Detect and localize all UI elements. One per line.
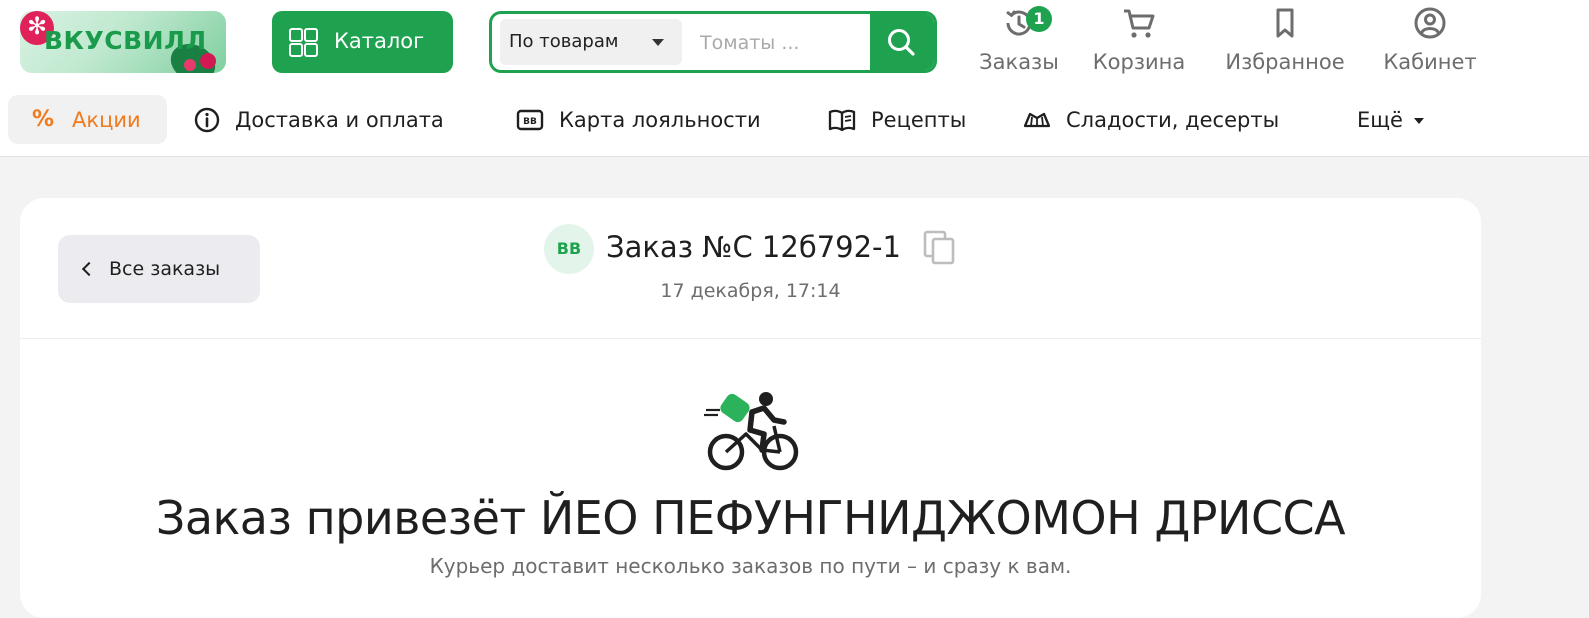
copy-icon[interactable] (922, 229, 958, 267)
info-icon (194, 107, 220, 132)
user-circle-icon (1414, 7, 1446, 39)
all-orders-label: Все заказы (109, 258, 221, 280)
nav-item-label: Сладости, десерты (1066, 107, 1280, 132)
nav-item-label: Акции (72, 107, 141, 132)
percent-icon: % (32, 107, 55, 132)
nav-item-sweets[interactable]: Сладости, десерты (1022, 95, 1279, 144)
book-icon (828, 109, 856, 131)
bookmark-icon (1276, 8, 1294, 38)
search-button[interactable] (870, 14, 934, 70)
cart-label: Корзина (1092, 50, 1186, 74)
nav-item-promo[interactable]: % Акции (8, 95, 167, 144)
nav-item-label: Рецепты (871, 107, 967, 132)
logo-berry-decor (200, 53, 216, 69)
vkusvill-logo[interactable]: ✻ ВКУСВИЛЛ (20, 11, 226, 73)
order-card: Все заказы ВВ Заказ №С 12б792-1 17 декаб… (20, 198, 1481, 618)
cabinet-label: Кабинет (1383, 50, 1477, 74)
nav-item-more[interactable]: Ещё (1357, 95, 1424, 144)
nav-item-recipes[interactable]: Рецепты (827, 95, 966, 144)
vv-brand-badge: ВВ (544, 224, 594, 274)
nav-item-label: Карта лояльности (559, 107, 761, 132)
top-header: ✻ ВКУСВИЛЛ Каталог По товарам Томаты ...… (0, 0, 1589, 157)
orders-link[interactable]: Заказы 1 (974, 6, 1064, 76)
cake-icon (1023, 112, 1051, 127)
caret-down-icon (652, 39, 664, 46)
search-bar: По товарам (489, 11, 937, 73)
card-icon: BB (516, 109, 544, 130)
cabinet-link[interactable]: Кабинет (1378, 6, 1482, 76)
favorites-link[interactable]: Избранное (1216, 6, 1354, 76)
orders-count-badge: 1 (1026, 6, 1052, 32)
grid-icon (289, 28, 318, 57)
svg-text:BB: BB (523, 117, 537, 127)
chevron-left-icon (81, 261, 97, 277)
orders-label: Заказы (979, 50, 1059, 74)
cart-link[interactable]: Корзина (1087, 6, 1191, 76)
search-scope-label: По товарам (509, 31, 619, 52)
favorites-label: Избранное (1225, 50, 1345, 74)
card-divider (20, 338, 1481, 339)
cart-icon (1124, 9, 1155, 38)
courier-bicycle-icon (704, 392, 799, 471)
nav-item-label: Доставка и оплата (235, 107, 444, 132)
logo-text: ВКУСВИЛЛ (44, 26, 207, 55)
nav-item-label: Ещё (1357, 107, 1403, 132)
catalog-label: Каталог (334, 29, 425, 53)
nav-item-loyalty-card[interactable]: BB Карта лояльности (515, 95, 761, 144)
nav-item-delivery[interactable]: Доставка и оплата (193, 95, 444, 144)
courier-headline: Заказ привезёт ЙЕО ПЕФУНГНИДЖОМОН ДРИССА (155, 491, 1346, 545)
logo-berry-decor (184, 59, 196, 71)
search-scope-select[interactable]: По товарам (500, 19, 682, 65)
order-title: Заказ №С 12б792-1 (606, 230, 901, 264)
catalog-button[interactable]: Каталог (272, 11, 453, 73)
search-input[interactable] (698, 26, 862, 60)
order-date: 17 декабря, 17:14 (660, 280, 841, 302)
caret-down-icon (1413, 117, 1424, 124)
courier-subline: Курьер доставит несколько заказов по пут… (429, 554, 1072, 578)
search-icon (888, 29, 915, 56)
